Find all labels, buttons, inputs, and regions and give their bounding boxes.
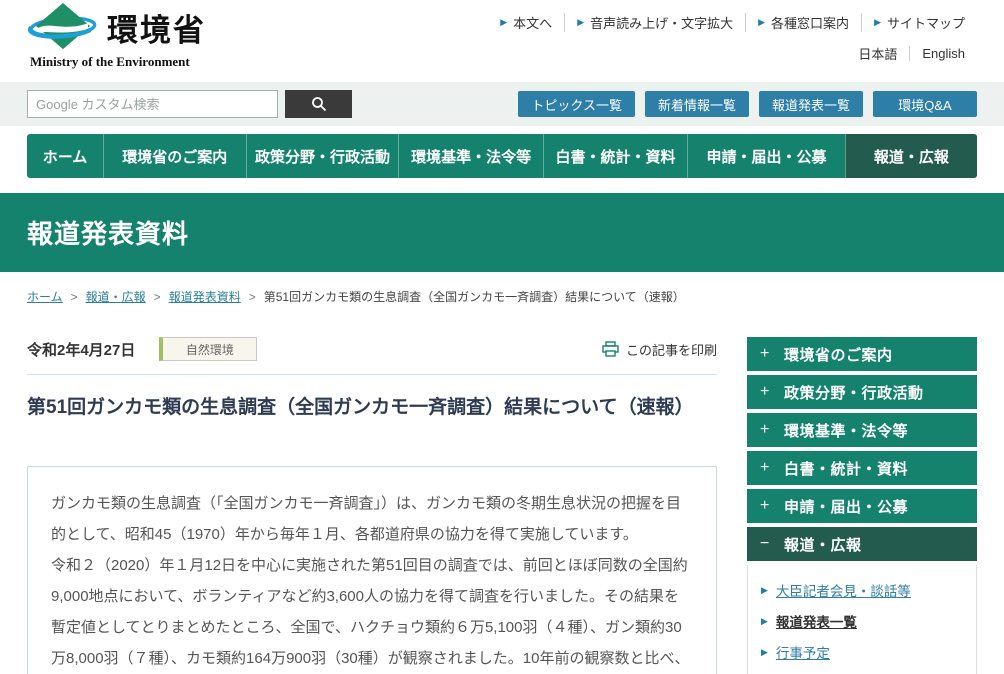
ministry-logo[interactable]: 環境省 Ministry of the Environment	[27, 2, 206, 70]
sidebar-item-applications[interactable]: + 申請・届出・公募	[747, 489, 977, 523]
utility-link-accessibility[interactable]: ▶ 音声読み上げ・文字拡大	[564, 13, 745, 32]
print-article-button[interactable]: この記事を印刷	[602, 340, 717, 359]
sidebar-item-policy[interactable]: + 政策分野・行政活動	[747, 375, 977, 409]
search-input[interactable]	[27, 90, 278, 118]
plus-icon: +	[760, 421, 775, 439]
article-column: 令和2年4月27日 自然環境 この記事を印刷 第51回ガンカモ類の生息調査（全国…	[27, 337, 717, 674]
ministry-name-en: Ministry of the Environment	[30, 54, 206, 70]
sidebar-submenu: ▶ 大臣記者会見・談話等 ▶ 報道発表一覧 ▶ 行事予定 ▶ 環境省広報誌 エコ…	[747, 565, 977, 674]
nav-item-press[interactable]: 報道・広報	[845, 134, 977, 178]
nav-item-whitepaper[interactable]: 白書・統計・資料	[543, 134, 687, 178]
content-area: 令和2年4月27日 自然環境 この記事を印刷 第51回ガンカモ類の生息調査（全国…	[0, 337, 1004, 674]
page-title-band: 報道発表資料	[0, 193, 1004, 272]
breadcrumb-current: 第51回ガンカモ類の生息調査（全国ガンカモ一斉調査）結果について（速報）	[264, 288, 685, 305]
search-band: トピックス一覧 新着情報一覧 報道発表一覧 環境Q&A	[0, 82, 1004, 126]
article-paragraph: ガンカモ類の生息調査（「全国ガンカモ一斉調査」）は、ガンカモ類の冬期生息状況の把…	[51, 488, 693, 550]
ministry-name: 環境省	[107, 5, 206, 50]
minus-icon: −	[760, 535, 775, 553]
article-date: 令和2年4月27日	[27, 339, 135, 360]
nav-item-home[interactable]: ホーム	[27, 134, 103, 178]
breadcrumb-press[interactable]: 報道・広報	[86, 288, 146, 305]
breadcrumb-press-releases[interactable]: 報道発表資料	[169, 288, 241, 305]
nav-item-standards[interactable]: 環境基準・法令等	[398, 134, 542, 178]
plus-icon: +	[760, 345, 775, 363]
meta-divider	[27, 374, 717, 375]
sidebar-item-press[interactable]: − 報道・広報	[747, 527, 977, 561]
quick-buttons: トピックス一覧 新着情報一覧 報道発表一覧 環境Q&A	[518, 91, 977, 117]
arrow-right-icon: ▶	[761, 585, 768, 596]
lang-japanese[interactable]: 日本語	[846, 44, 909, 63]
page-title: 報道発表資料	[27, 214, 189, 251]
printer-icon	[602, 341, 619, 357]
arrow-right-icon: ▶	[761, 616, 768, 627]
submenu-item-press-release-list[interactable]: ▶ 報道発表一覧	[761, 611, 968, 631]
language-switcher: 日本語 English	[846, 44, 977, 63]
article-meta: 令和2年4月27日 自然環境 この記事を印刷	[27, 337, 717, 361]
article-title: 第51回ガンカモ類の生息調査（全国ガンカモ一斉調査）結果について（速報）	[27, 391, 717, 424]
category-badge[interactable]: 自然環境	[159, 337, 257, 361]
arrow-right-icon: ▶	[761, 647, 768, 658]
utility-link-main-content[interactable]: ▶ 本文へ	[488, 13, 564, 32]
sidebar-menu: + 環境省のご案内 + 政策分野・行政活動 + 環境基準・法令等 + 白書・統計…	[747, 337, 977, 674]
utility-link-contact[interactable]: ▶ 各種窓口案内	[745, 13, 861, 32]
plus-icon: +	[760, 459, 775, 477]
new-info-list-button[interactable]: 新着情報一覧	[645, 91, 749, 117]
main-navigation: ホーム 環境省のご案内 政策分野・行政活動 環境基準・法令等 白書・統計・資料 …	[27, 134, 977, 178]
plus-icon: +	[760, 383, 775, 401]
plus-icon: +	[760, 497, 775, 515]
nav-item-applications[interactable]: 申請・届出・公募	[687, 134, 845, 178]
sidebar-item-about[interactable]: + 環境省のご案内	[747, 337, 977, 371]
environment-qa-button[interactable]: 環境Q&A	[873, 91, 977, 117]
site-header: 環境省 Ministry of the Environment ▶ 本文へ ▶ …	[0, 0, 1004, 82]
print-label: この記事を印刷	[626, 340, 717, 359]
lang-english[interactable]: English	[909, 46, 977, 61]
submenu-item-event-schedule[interactable]: ▶ 行事予定	[761, 642, 968, 662]
breadcrumb: ホーム > 報道・広報 > 報道発表資料 > 第51回ガンカモ類の生息調査（全国…	[27, 288, 977, 305]
ministry-logo-icon	[27, 2, 99, 52]
arrow-right-icon: ▶	[500, 17, 507, 28]
sidebar-item-standards[interactable]: + 環境基準・法令等	[747, 413, 977, 447]
press-release-list-button[interactable]: 報道発表一覧	[759, 91, 863, 117]
search-icon	[311, 96, 327, 112]
arrow-right-icon: ▶	[874, 17, 881, 28]
topics-list-button[interactable]: トピックス一覧	[518, 91, 635, 117]
nav-item-policy[interactable]: 政策分野・行政活動	[246, 134, 399, 178]
breadcrumb-home[interactable]: ホーム	[27, 288, 63, 305]
arrow-right-icon: ▶	[758, 17, 765, 28]
arrow-right-icon: ▶	[577, 17, 584, 28]
article-paragraph: 令和２（2020）年１月12日を中心に実施された第51回目の調査では、前回とほぼ…	[51, 550, 693, 674]
nav-item-about[interactable]: 環境省のご案内	[103, 134, 246, 178]
utility-links: ▶ 本文へ ▶ 音声読み上げ・文字拡大 ▶ 各種窓口案内 ▶ サイトマップ	[488, 13, 977, 32]
search-button[interactable]	[285, 90, 352, 118]
submenu-item-press-conference[interactable]: ▶ 大臣記者会見・談話等	[761, 580, 968, 600]
utility-link-sitemap[interactable]: ▶ サイトマップ	[861, 13, 977, 32]
sidebar-item-whitepaper[interactable]: + 白書・統計・資料	[747, 451, 977, 485]
article-body: ガンカモ類の生息調査（「全国ガンカモ一斉調査」）は、ガンカモ類の冬期生息状況の把…	[27, 466, 717, 674]
